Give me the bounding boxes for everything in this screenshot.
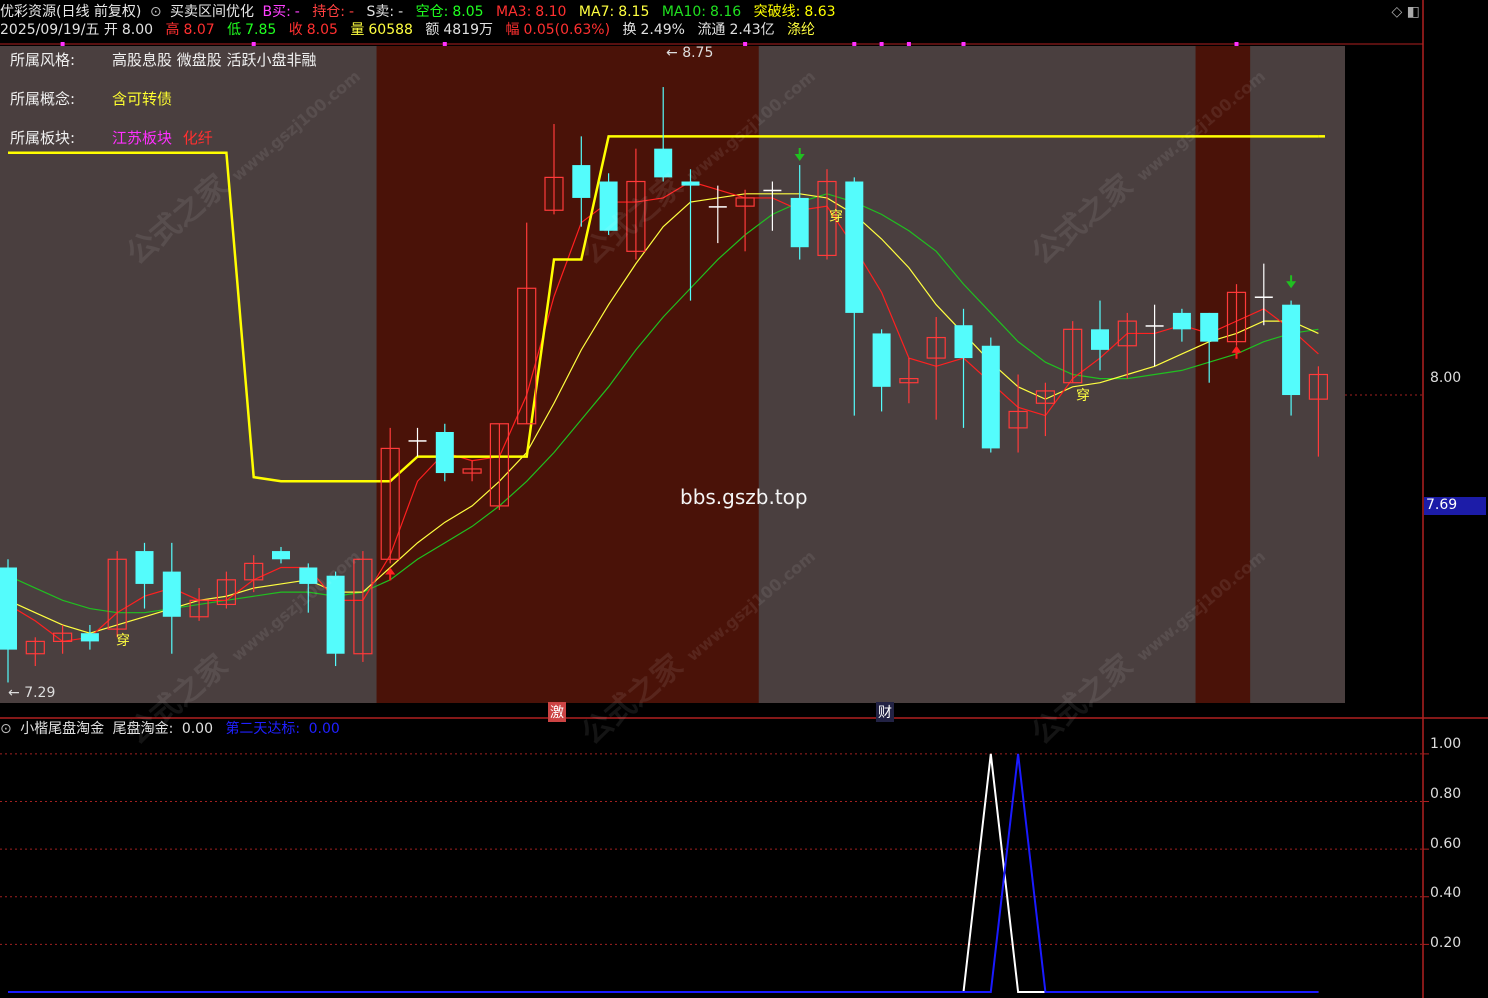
sub-tick: 0.20 (1430, 935, 1462, 951)
candle-body (80, 633, 99, 642)
hold-zone (1195, 46, 1251, 703)
top-marker (906, 42, 911, 46)
candle-body (654, 148, 673, 178)
candle-body (1145, 325, 1164, 327)
candle-body (408, 440, 427, 442)
collapse-icon[interactable]: ⊙ (150, 4, 162, 20)
candle-body (435, 431, 454, 474)
candle-body (0, 567, 17, 650)
candle-body (572, 165, 591, 198)
candle-body (981, 345, 1000, 449)
top-marker (251, 42, 256, 46)
diamond-icon[interactable]: ◇ (1392, 4, 1403, 20)
center-watermark: bbs.gszb.top (680, 485, 808, 509)
style-info: 所属风格: 高股息股 微盘股 活跃小盘非融 (10, 51, 317, 69)
hold-zone (376, 46, 759, 703)
candle-body (708, 206, 727, 208)
candle-body (1200, 312, 1219, 342)
max-price-label: ← 8.75 (666, 45, 714, 61)
candle-body (1282, 304, 1301, 396)
cross-label: 穿 (1076, 388, 1090, 404)
stock-title: 优彩资源(日线 前复权) (0, 4, 142, 20)
indicator-header: 优彩资源(日线 前复权) ⊙ 买卖区间优化 B买: - 持仓: - S卖: - 空仓:… (0, 4, 836, 20)
candle-body (681, 181, 700, 186)
cross-label: 穿 (116, 633, 130, 649)
top-marker (879, 42, 884, 46)
current-price-tag: 7.69 (1424, 497, 1486, 515)
signal-tag: 财 (876, 702, 894, 722)
window-icon[interactable]: ◧ (1407, 4, 1420, 20)
candle-body (1254, 296, 1273, 298)
top-marker (852, 42, 857, 46)
candle-body (954, 325, 973, 359)
candle-body (326, 575, 345, 654)
sub-blue-line (8, 753, 1319, 993)
quote-bar: 2025/09/19/五 开 8.00 高 8.07 低 7.85 收 8.05 量 60… (0, 22, 816, 38)
price-axis-800: 8.00 (1430, 370, 1462, 386)
concept-info: 所属概念: 含可转债 (10, 90, 173, 108)
block-info: 所属板块: 江苏板块 化纤 (10, 129, 213, 147)
sub-white-line (8, 753, 1319, 993)
candle-body (845, 181, 864, 313)
candle-body (872, 333, 891, 387)
candle-body (763, 189, 782, 192)
toolbar-icons: ◇ ◧ (1392, 4, 1420, 20)
sub-tick: 1.00 (1430, 736, 1462, 752)
candle-body (299, 567, 318, 584)
collapse-icon[interactable]: ⊙ (0, 721, 12, 737)
min-price-label: ← 7.29 (8, 685, 56, 701)
sub-tick: 0.60 (1430, 836, 1462, 852)
candle-body (1091, 329, 1109, 350)
candle-body (135, 551, 154, 584)
candle-body (790, 197, 809, 248)
sub-indicator-lines (8, 753, 1319, 993)
top-marker (1234, 42, 1239, 46)
top-marker (961, 42, 966, 46)
sub-tick: 0.80 (1430, 786, 1462, 802)
indicator-name[interactable]: 买卖区间优化 (170, 4, 254, 20)
cross-label: 穿 (829, 209, 843, 225)
candle-body (162, 571, 181, 617)
top-marker (442, 42, 447, 46)
top-marker (743, 42, 748, 46)
candle-body (272, 551, 290, 560)
candle-body (1172, 312, 1191, 330)
sub-panel-header: ⊙ 小楷尾盘淘金 尾盘淘金: 0.00 第二天达标: 0.00 (0, 721, 340, 737)
signal-tag: 激 (548, 702, 566, 722)
top-marker (60, 42, 65, 46)
candle-body (599, 181, 618, 231)
sub-tick: 0.40 (1430, 885, 1462, 901)
